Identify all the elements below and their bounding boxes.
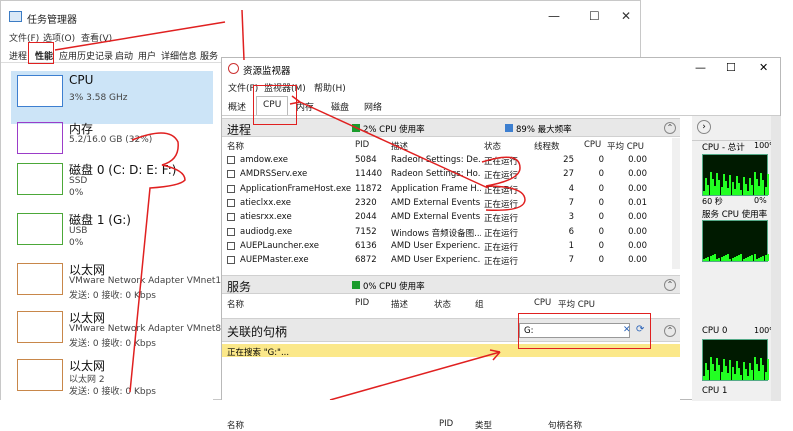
arrow-to-disk <box>129 132 186 393</box>
col-name[interactable]: 名称 <box>227 419 244 431</box>
col-type[interactable]: 类型 <box>475 419 492 431</box>
arrow-to-performance-tab <box>54 21 226 51</box>
col-pid[interactable]: PID <box>439 419 453 429</box>
annotation-scribble <box>481 156 526 212</box>
arrow-to-search <box>329 351 501 400</box>
arrow-to-cpu-tab <box>299 101 489 189</box>
annotation-arrows <box>54 9 526 400</box>
handles-column-headers: 名称 PID 类型 句柄名称 <box>222 416 672 431</box>
arrowhead-cpu <box>289 95 301 105</box>
arrow-line-top <box>241 9 245 61</box>
col-handle-name[interactable]: 句柄名称 <box>548 419 582 431</box>
